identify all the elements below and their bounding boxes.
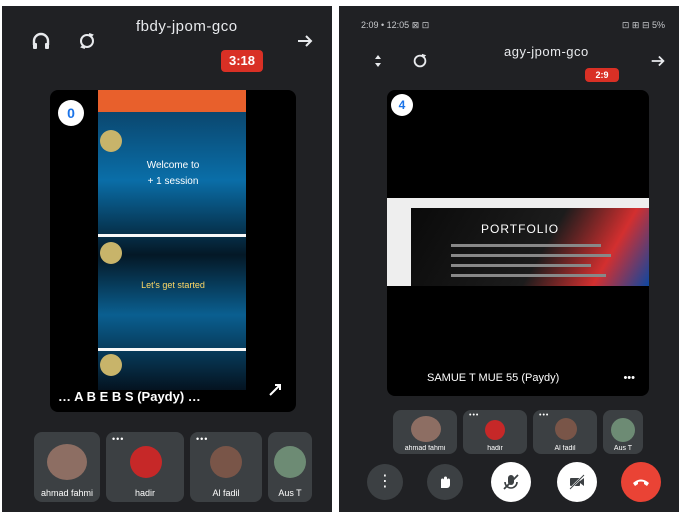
more-options-icon[interactable]: •••	[539, 412, 549, 419]
divider	[98, 234, 246, 237]
participant-count-badge: 2:9	[585, 68, 619, 82]
chat-avatar	[100, 354, 122, 376]
avatar	[485, 420, 505, 440]
headphones-icon[interactable]	[28, 28, 54, 54]
shared-slide: PORTFOLIO	[387, 198, 649, 286]
slide-text-line	[451, 274, 606, 277]
shared-app-toolbar	[98, 90, 246, 112]
mic-off-icon	[503, 474, 519, 490]
avatar	[411, 416, 441, 442]
participant-tile[interactable]: ahmad fahmi	[34, 432, 100, 502]
video-off-icon	[569, 474, 585, 490]
participant-tile[interactable]: ••• hadir	[463, 410, 527, 454]
more-options-icon[interactable]: •••	[469, 412, 479, 419]
camera-toggle-button[interactable]	[557, 462, 597, 502]
meeting-code: fbdy-jpom-gco	[136, 18, 238, 35]
screen-line-1: Welcome to	[146, 160, 200, 171]
status-bar-left: 2:09 • 12:05 ⊠ ⊡	[361, 20, 430, 30]
end-call-button[interactable]	[621, 462, 661, 502]
chat-avatar	[100, 242, 122, 264]
participant-name: Al fadil	[212, 488, 240, 498]
left-call-screen: fbdy-jpom-gco 3:18 Welcome to + 1 sessio…	[2, 6, 332, 512]
divider	[98, 348, 246, 351]
avatar	[47, 444, 87, 480]
presenter-label: … A B E B S (Paydy) …	[58, 389, 201, 404]
switch-camera-icon[interactable]	[407, 48, 433, 74]
participant-tile[interactable]: ••• Al fadil	[190, 432, 262, 502]
slide-background: PORTFOLIO	[411, 208, 649, 286]
right-call-screen: 2:09 • 12:05 ⊠ ⊡ ⊡ ⊞ ⊟ 5% agy-jpom-gco 2…	[339, 6, 679, 512]
more-options-icon[interactable]: •••	[623, 372, 635, 384]
more-options-icon[interactable]: •••	[196, 434, 208, 444]
meeting-code: agy-jpom-gco	[504, 44, 589, 59]
expand-icon[interactable]	[268, 383, 282, 402]
screen-line-3: Let's get started	[141, 280, 205, 290]
slide-text-line	[451, 254, 611, 257]
avatar	[210, 446, 242, 478]
participant-name: Aus T	[278, 488, 302, 498]
participant-name: Al fadil	[554, 445, 576, 452]
audio-route-icon[interactable]	[365, 48, 391, 74]
avatar	[274, 446, 306, 478]
screen-line-2: + 1 session	[147, 176, 199, 187]
participant-tile[interactable]: Aus T	[268, 432, 312, 502]
more-vert-icon: ⋮	[377, 473, 393, 490]
participant-name: hadir	[134, 488, 155, 498]
avatar	[130, 446, 162, 478]
avatar	[555, 418, 577, 440]
participant-count-badge: 3:18	[221, 50, 263, 72]
participant-tile[interactable]: ahmad fahmi	[393, 410, 457, 454]
avatar	[611, 418, 635, 442]
slide-text-line	[451, 244, 601, 247]
presenter-label: SAMUE T MUE 55 (Paydy)	[427, 372, 560, 384]
raise-hand-button[interactable]	[427, 464, 463, 500]
status-bar-right: ⊡ ⊞ ⊟ 5%	[621, 20, 665, 30]
switch-camera-icon[interactable]	[74, 28, 100, 54]
slide-text-line	[451, 264, 591, 267]
arrow-right-icon[interactable]	[645, 48, 671, 74]
participant-name: ahmad fahmi	[404, 445, 446, 452]
participant-tile[interactable]: ••• Al fadil	[533, 410, 597, 454]
more-options-button[interactable]: ⋮	[367, 464, 403, 500]
hand-icon	[441, 476, 450, 488]
participant-name: Aus T	[613, 445, 633, 452]
pinned-participant-icon: 0	[58, 100, 84, 126]
presentation-stage[interactable]: 4 PORTFOLIO SAMUE T MUE 55 (Paydy) •••	[387, 90, 649, 396]
hang-up-icon	[633, 479, 649, 486]
slide-title: PORTFOLIO	[481, 222, 560, 236]
arrow-right-icon[interactable]	[292, 28, 318, 54]
participant-name: hadir	[487, 445, 503, 452]
presentation-stage[interactable]: Welcome to + 1 session Let's get started…	[50, 90, 296, 412]
participant-name: ahmad fahmi	[40, 488, 94, 498]
shared-screen: Welcome to + 1 session Let's get started	[98, 90, 246, 390]
more-options-icon[interactable]: •••	[112, 434, 124, 444]
chat-avatar	[100, 130, 122, 152]
participant-tile[interactable]: Aus T	[603, 410, 643, 454]
pinned-participant-icon: 4	[391, 94, 413, 116]
mute-button[interactable]	[491, 462, 531, 502]
participant-tile[interactable]: ••• hadir	[106, 432, 184, 502]
